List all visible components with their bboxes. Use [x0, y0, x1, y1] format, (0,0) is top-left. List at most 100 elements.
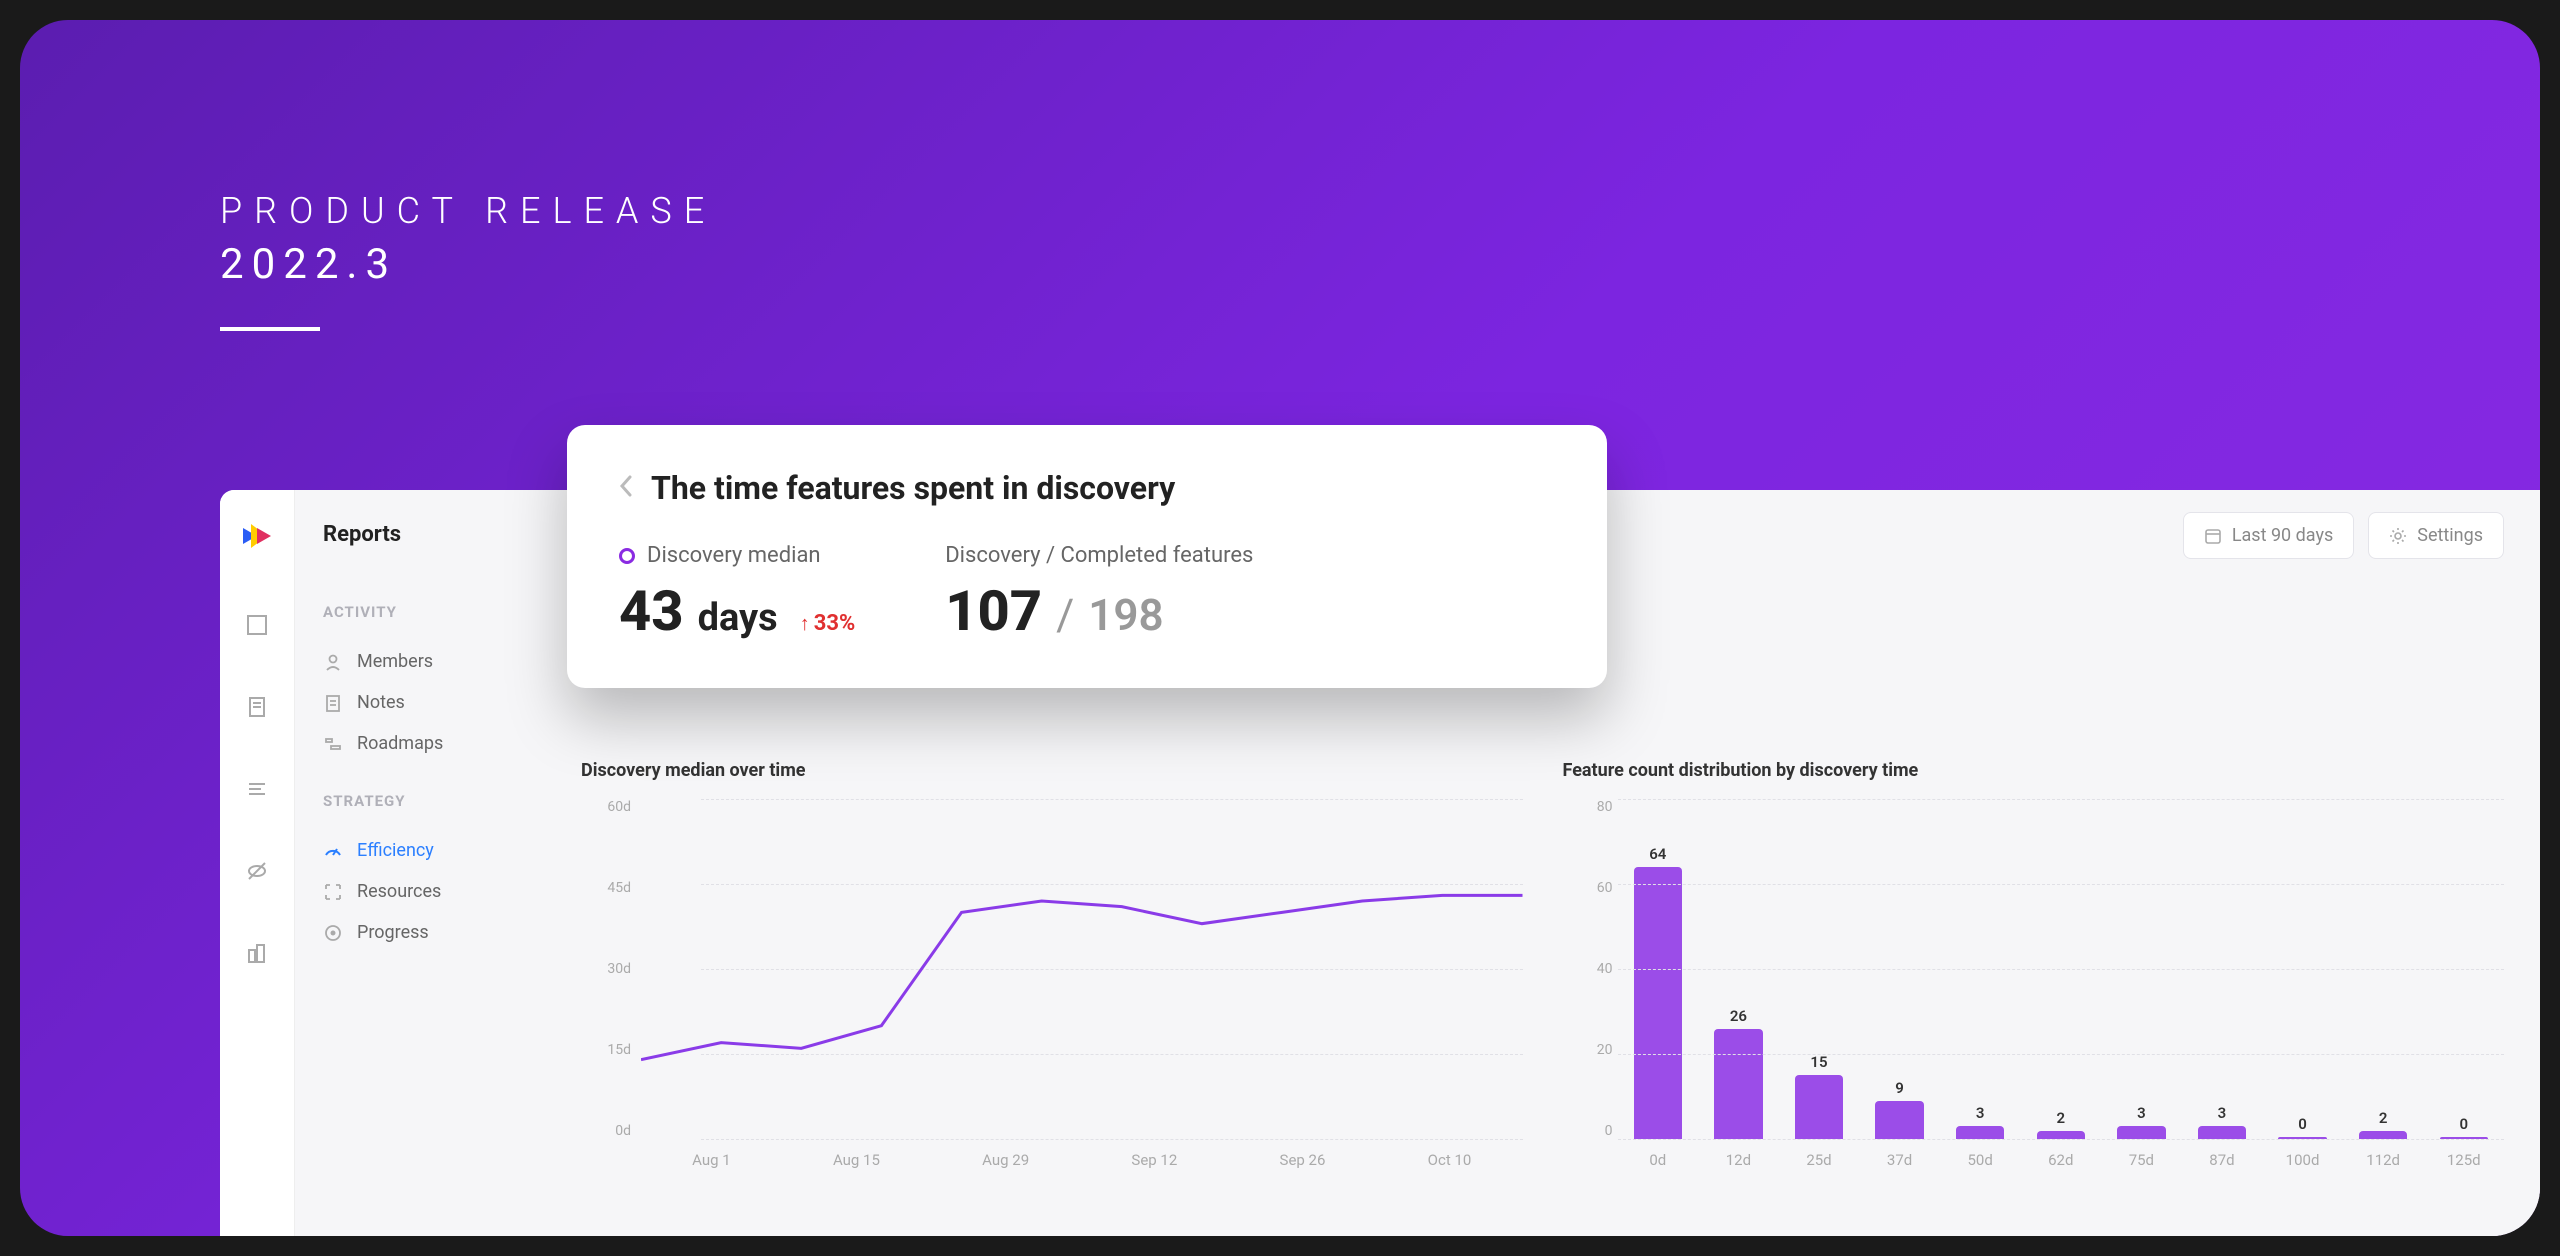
metric-discovery-completed: Discovery / Completed features 107 / 198: [945, 543, 1253, 644]
metric-label: Discovery median: [647, 543, 821, 568]
bar-value-label: 0: [2298, 1115, 2307, 1133]
y-tick: 60: [1563, 880, 1613, 896]
date-range-button[interactable]: Last 90 days: [2183, 512, 2354, 559]
x-tick: 12d: [1698, 1151, 1779, 1169]
bar: [2198, 1126, 2246, 1139]
metric-change-value: 33%: [814, 611, 856, 636]
x-tick: 125d: [2423, 1151, 2504, 1169]
arrow-up-icon: ↑: [800, 611, 810, 636]
x-tick: 112d: [2343, 1151, 2424, 1169]
bar: [1956, 1126, 2004, 1139]
x-tick: Sep 26: [1280, 1151, 1326, 1169]
toolbar: Last 90 days Settings: [2183, 512, 2504, 559]
bar: [1875, 1101, 1923, 1139]
user-icon: [323, 652, 343, 672]
settings-button[interactable]: Settings: [2368, 512, 2504, 559]
bar: [2359, 1131, 2407, 1140]
x-tick: Aug 1: [692, 1151, 731, 1169]
app-logo[interactable]: [239, 518, 275, 554]
bar-value-label: 64: [1649, 845, 1666, 863]
date-range-label: Last 90 days: [2232, 525, 2333, 546]
y-tick: 0d: [581, 1123, 631, 1139]
bar-value-label: 3: [2218, 1104, 2227, 1122]
metric-discovery-median: Discovery median 43 days ↑ 33%: [619, 543, 855, 644]
gridline: [1618, 969, 2505, 970]
gauge-icon: [323, 841, 343, 861]
sidebar-item-notes[interactable]: Notes: [323, 682, 517, 723]
rail-square-icon[interactable]: [246, 614, 268, 636]
settings-label: Settings: [2417, 525, 2483, 546]
line-chart: 60d45d30d15d0d Aug 1Aug 15Aug 29Sep 12Se…: [581, 799, 1523, 1179]
calendar-icon: [2204, 527, 2222, 545]
sidebar-item-label: Roadmaps: [357, 733, 443, 754]
x-tick: 100d: [2262, 1151, 2343, 1169]
banner-frame: PRODUCT RELEASE 2022.3 The time features…: [20, 20, 2540, 1236]
sidebar: Reports ACTIVITY Members Notes Roadmaps …: [295, 490, 545, 1236]
sidebar-item-label: Progress: [357, 922, 429, 943]
rail-document-icon[interactable]: [246, 696, 268, 718]
metric-slash: /: [1056, 589, 1074, 641]
gear-icon: [2389, 527, 2407, 545]
icon-rail: [220, 490, 295, 1236]
sidebar-item-label: Resources: [357, 881, 441, 902]
bar-value-label: 15: [1810, 1053, 1827, 1071]
metric-unit: days: [698, 596, 778, 640]
target-icon: [323, 923, 343, 943]
bar: [2037, 1131, 2085, 1140]
sidebar-section-activity: ACTIVITY: [323, 603, 517, 621]
median-icon: [619, 548, 635, 564]
x-tick: 25d: [1779, 1151, 1860, 1169]
sidebar-item-efficiency[interactable]: Efficiency: [323, 830, 517, 871]
sidebar-item-members[interactable]: Members: [323, 641, 517, 682]
bar-value-label: 26: [1730, 1007, 1747, 1025]
y-tick: 45d: [581, 880, 631, 896]
bar: [1634, 867, 1682, 1139]
rail-eye-off-icon[interactable]: [246, 860, 268, 882]
line-chart-title: Discovery median over time: [581, 760, 1523, 781]
bar-value-label: 3: [1976, 1104, 1985, 1122]
banner-underline: [220, 327, 320, 331]
bar-value-label: 2: [2379, 1109, 2388, 1127]
product-release-label: PRODUCT RELEASE: [220, 190, 716, 232]
sidebar-item-label: Notes: [357, 692, 405, 713]
bar: [2117, 1126, 2165, 1139]
gridline: [1618, 884, 2505, 885]
rail-list-icon[interactable]: [246, 778, 268, 800]
x-tick: 87d: [2182, 1151, 2263, 1169]
metric-total: 198: [1088, 589, 1163, 641]
metric-value: 107: [945, 578, 1042, 644]
y-tick: 30d: [581, 961, 631, 977]
clipboard-icon: [323, 693, 343, 713]
gridline: [1618, 799, 2505, 800]
line-chart-panel: Discovery median over time 60d 45d 30d 15d 0…: [581, 760, 1523, 1179]
hero-card: The time features spent in discovery Dis…: [567, 425, 1607, 688]
sidebar-item-progress[interactable]: Progress: [323, 912, 517, 953]
bar-chart: 806040200 64261593233020 0d12d25d37d50d6…: [1563, 799, 2505, 1179]
y-tick: 40: [1563, 961, 1613, 977]
y-tick: 60d: [581, 799, 631, 815]
bar-value-label: 2: [2056, 1109, 2065, 1127]
sidebar-item-label: Members: [357, 651, 433, 672]
sidebar-item-resources[interactable]: Resources: [323, 871, 517, 912]
sidebar-item-roadmaps[interactable]: Roadmaps: [323, 723, 517, 764]
metric-value: 43: [619, 578, 684, 644]
sidebar-item-label: Efficiency: [357, 840, 434, 861]
gridline: [1618, 1054, 2505, 1055]
expand-icon: [323, 882, 343, 902]
metric-change: ↑ 33%: [800, 611, 856, 636]
y-tick: 80: [1563, 799, 1613, 815]
product-release-version: 2022.3: [220, 240, 716, 289]
bar: [1795, 1075, 1843, 1139]
x-tick: 75d: [2101, 1151, 2182, 1169]
hero-title: The time features spent in discovery: [651, 469, 1175, 507]
x-tick: 37d: [1859, 1151, 1940, 1169]
back-button[interactable]: [619, 475, 633, 501]
y-tick: 15d: [581, 1042, 631, 1058]
bar-chart-title: Feature count distribution by discovery …: [1563, 760, 2505, 781]
product-release-banner: PRODUCT RELEASE 2022.3: [220, 190, 716, 331]
rail-buildings-icon[interactable]: [246, 942, 268, 964]
chevron-left-icon: [619, 475, 633, 497]
x-tick: Oct 10: [1428, 1151, 1472, 1169]
sidebar-title: Reports: [323, 522, 517, 547]
gridline: [1618, 1139, 2505, 1140]
